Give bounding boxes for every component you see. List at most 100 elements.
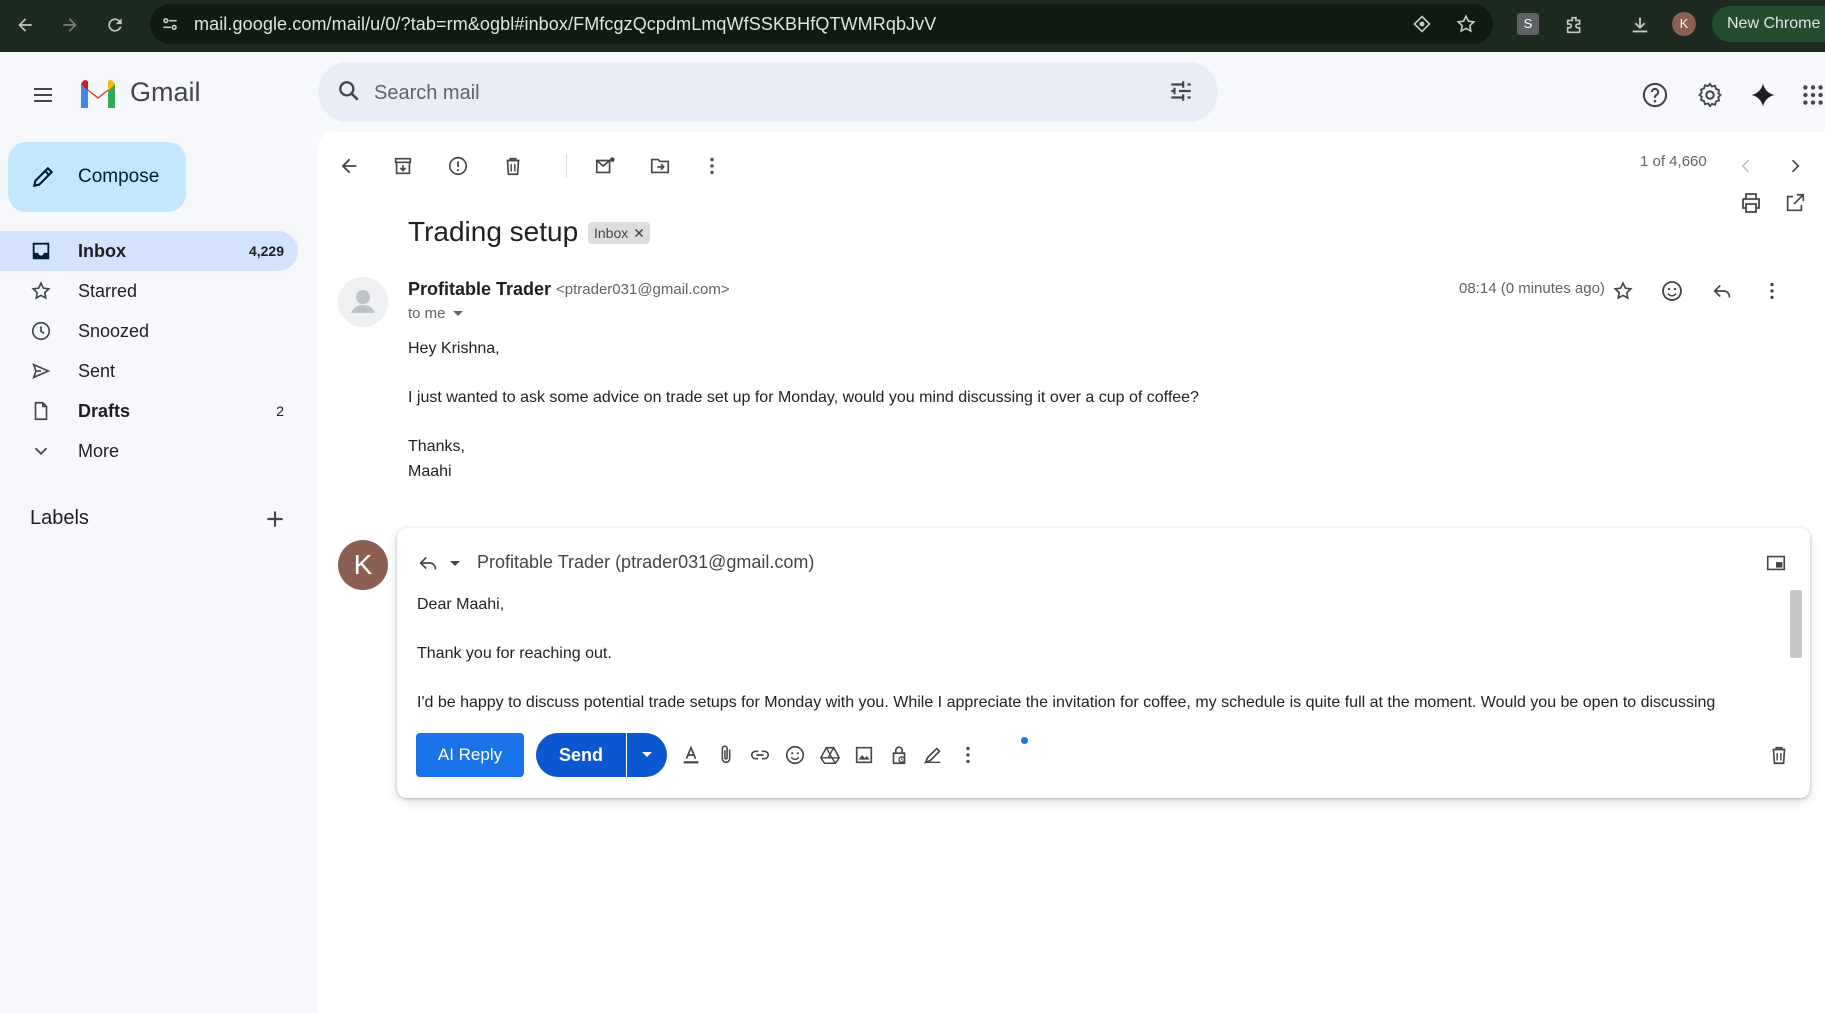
reply-body-line[interactable]: Dear Maahi, bbox=[417, 596, 504, 614]
archive-icon[interactable] bbox=[386, 149, 420, 183]
recipient-summary[interactable]: to me bbox=[408, 305, 446, 322]
reply-type-icon[interactable] bbox=[417, 552, 439, 574]
settings-gear-icon[interactable] bbox=[1691, 76, 1729, 114]
google-drive-icon[interactable] bbox=[815, 740, 845, 770]
insert-emoji-icon[interactable] bbox=[780, 740, 810, 770]
move-to-icon[interactable] bbox=[643, 149, 677, 183]
forward-arrow-icon[interactable] bbox=[55, 10, 85, 40]
user-avatar[interactable]: K bbox=[338, 540, 388, 590]
search-input[interactable] bbox=[372, 74, 1076, 112]
sidebar-item-label: Starred bbox=[78, 281, 138, 301]
show-details-icon[interactable] bbox=[452, 310, 464, 318]
insert-link-icon[interactable] bbox=[745, 740, 775, 770]
emoji-reaction-icon[interactable] bbox=[1653, 272, 1691, 310]
delete-icon[interactable] bbox=[496, 149, 530, 183]
remove-label-icon[interactable] bbox=[634, 228, 644, 238]
report-spam-icon[interactable] bbox=[441, 149, 475, 183]
labels-heading: Labels bbox=[30, 507, 89, 529]
toolbar-divider bbox=[566, 154, 567, 178]
sidebar-item-label: Snoozed bbox=[78, 321, 150, 341]
gmail-logo-icon[interactable] bbox=[78, 78, 118, 108]
insert-photo-icon[interactable] bbox=[849, 740, 879, 770]
help-icon[interactable] bbox=[1636, 76, 1674, 114]
send-button[interactable]: Send bbox=[536, 733, 626, 777]
new-chrome-button[interactable]: New Chrome a bbox=[1712, 6, 1825, 42]
reply-scrollbar[interactable] bbox=[1790, 590, 1802, 658]
more-formatting-icon[interactable] bbox=[953, 740, 983, 770]
sender-name[interactable]: Profitable Trader bbox=[408, 279, 551, 300]
sidebar-item-more[interactable]: More bbox=[0, 431, 298, 471]
sidebar-item-sent[interactable]: Sent bbox=[0, 351, 298, 391]
message-view: 1 of 4,660 Trading setup Inbox Profitabl… bbox=[318, 132, 1825, 1013]
sidebar-item-snoozed[interactable]: Snoozed bbox=[0, 311, 298, 351]
back-to-inbox-icon[interactable] bbox=[332, 149, 366, 183]
chevron-down-icon bbox=[30, 440, 52, 462]
ai-reply-button[interactable]: AI Reply bbox=[416, 733, 524, 777]
extensions-puzzle-icon[interactable] bbox=[1560, 10, 1590, 40]
bookmark-star-icon[interactable] bbox=[1455, 13, 1477, 35]
star-icon bbox=[30, 280, 52, 302]
sidebar-item-label: Inbox bbox=[78, 241, 126, 261]
attach-file-icon[interactable] bbox=[711, 740, 741, 770]
apps-grid-icon[interactable] bbox=[1794, 76, 1825, 114]
reload-icon[interactable] bbox=[100, 10, 130, 40]
email-body-line: I just wanted to ask some advice on trad… bbox=[408, 389, 1199, 406]
reply-body-line[interactable]: Thank you for reaching out. bbox=[417, 645, 612, 663]
compose-button[interactable]: Compose bbox=[8, 142, 186, 212]
gmail-wordmark: Gmail bbox=[130, 77, 201, 107]
open-new-window-icon[interactable] bbox=[1776, 184, 1814, 222]
pagination-count: 1 of 4,660 bbox=[1640, 153, 1707, 170]
extension-s-icon[interactable]: S bbox=[1517, 13, 1539, 35]
search-bar[interactable] bbox=[318, 62, 1218, 122]
send-options-button[interactable] bbox=[627, 733, 667, 777]
more-options-icon[interactable] bbox=[695, 149, 729, 183]
confidential-mode-icon[interactable] bbox=[884, 740, 914, 770]
email-subject: Trading setup bbox=[408, 216, 579, 247]
download-icon[interactable] bbox=[1625, 10, 1655, 40]
inbox-label-chip[interactable]: Inbox bbox=[588, 222, 651, 244]
message-more-icon[interactable] bbox=[1753, 272, 1791, 310]
mark-unread-icon[interactable] bbox=[588, 149, 622, 183]
email-body-line: Hey Krishna, bbox=[408, 340, 500, 357]
pop-out-reply-icon[interactable] bbox=[1765, 552, 1787, 574]
email-timestamp: 08:14 (0 minutes ago) bbox=[1459, 280, 1605, 297]
unread-count: 4,229 bbox=[248, 243, 284, 259]
reply-body-line[interactable]: I'd be happy to discuss potential trade … bbox=[417, 694, 1715, 712]
search-options-icon[interactable] bbox=[1168, 78, 1194, 104]
reply-recipient[interactable]: Profitable Trader (ptrader031@gmail.com) bbox=[477, 552, 814, 573]
back-arrow-icon[interactable] bbox=[10, 10, 40, 40]
sidebar-item-label: Drafts bbox=[78, 401, 131, 421]
label-chip-text: Inbox bbox=[594, 225, 629, 241]
sender-avatar[interactable] bbox=[338, 277, 388, 327]
send-icon bbox=[30, 360, 52, 382]
sidebar-item-inbox[interactable]: Inbox 4,229 bbox=[0, 231, 298, 271]
search-icon[interactable] bbox=[336, 78, 362, 104]
add-label-icon[interactable] bbox=[262, 506, 288, 532]
sidebar-item-label: More bbox=[78, 441, 120, 461]
star-message-icon[interactable] bbox=[1604, 272, 1642, 310]
newer-chevron-icon[interactable] bbox=[1729, 149, 1763, 183]
lens-icon[interactable] bbox=[1412, 14, 1432, 34]
hamburger-icon bbox=[34, 88, 52, 102]
formatting-options-icon[interactable] bbox=[676, 740, 706, 770]
main-menu-button[interactable] bbox=[26, 78, 60, 112]
gemini-sparkle-icon[interactable] bbox=[1744, 76, 1782, 114]
email-body-line: Thanks, bbox=[408, 438, 465, 455]
send-options-caret-icon bbox=[642, 752, 652, 757]
profile-avatar[interactable]: K bbox=[1672, 12, 1696, 36]
print-icon[interactable] bbox=[1732, 184, 1770, 222]
reply-icon[interactable] bbox=[1703, 272, 1741, 310]
reply-type-dropdown-icon[interactable] bbox=[449, 560, 461, 568]
url-text: mail.google.com/mail/u/0/?tab=rm&ogbl#in… bbox=[194, 14, 937, 34]
sidebar-item-drafts[interactable]: Drafts 2 bbox=[0, 391, 298, 431]
inbox-icon bbox=[30, 240, 52, 262]
insert-signature-icon[interactable] bbox=[918, 740, 948, 770]
sidebar-item-starred[interactable]: Starred bbox=[0, 271, 298, 311]
address-bar[interactable]: mail.google.com/mail/u/0/?tab=rm&ogbl#in… bbox=[150, 4, 1493, 44]
discard-draft-icon[interactable] bbox=[1764, 740, 1794, 770]
older-chevron-icon[interactable] bbox=[1778, 149, 1812, 183]
pencil-icon bbox=[30, 164, 56, 190]
site-info-icon[interactable] bbox=[160, 14, 180, 34]
draft-count: 2 bbox=[276, 403, 284, 419]
reply-composer[interactable]: Profitable Trader (ptrader031@gmail.com)… bbox=[397, 528, 1810, 798]
